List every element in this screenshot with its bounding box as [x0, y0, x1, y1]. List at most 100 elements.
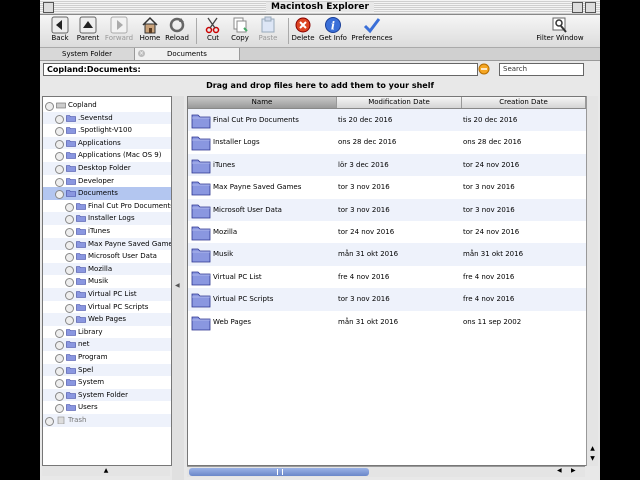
disclosure-toggle-icon[interactable]: [65, 215, 74, 225]
tree-item[interactable]: Applications: [43, 136, 171, 150]
column-name[interactable]: Name: [188, 97, 337, 108]
disclosure-toggle-icon[interactable]: [45, 417, 54, 426]
tree-item[interactable]: iTunes: [43, 225, 171, 238]
disclosure-toggle-icon[interactable]: [65, 202, 74, 212]
file-row[interactable]: Web Pages mån 31 okt 2016 ons 11 sep 2002: [188, 311, 586, 333]
zoom-box[interactable]: [572, 2, 583, 13]
disclosure-toggle-icon[interactable]: [55, 391, 64, 401]
tree-item[interactable]: System Folder: [43, 388, 171, 402]
tree-item[interactable]: Virtual PC Scripts: [43, 301, 171, 314]
tree-item[interactable]: net: [43, 338, 171, 351]
disclosure-toggle-icon[interactable]: [65, 228, 74, 237]
disclosure-toggle-icon[interactable]: [55, 341, 64, 351]
disclosure-toggle-icon[interactable]: [55, 366, 64, 376]
disk-icon: [56, 102, 66, 109]
shelf-drop-area[interactable]: Drag and drop files here to add them to …: [40, 79, 600, 93]
title-bar[interactable]: Macintosh Explorer: [40, 0, 600, 15]
disclosure-toggle-icon[interactable]: [55, 328, 64, 338]
forward-arrow-icon: [110, 16, 128, 34]
disclosure-toggle-icon[interactable]: [65, 253, 74, 263]
disclosure-toggle-icon[interactable]: [55, 404, 64, 414]
file-name: Mozilla: [213, 228, 238, 236]
tree-item[interactable]: Mozilla: [43, 262, 171, 276]
scroll-right-arrow-icon[interactable]: ▶: [571, 467, 576, 474]
disclosure-toggle-icon[interactable]: [65, 291, 74, 300]
scroll-down-arrow-icon[interactable]: ▼: [587, 454, 598, 464]
file-row[interactable]: Musik mån 31 okt 2016 mån 31 okt 2016: [188, 243, 586, 266]
disclosure-toggle-icon[interactable]: [65, 303, 74, 313]
vertical-scrollbar[interactable]: ▲ ▼: [586, 96, 598, 466]
path-field[interactable]: Copland:Documents:: [43, 63, 478, 76]
scroll-thumb[interactable]: [189, 468, 369, 476]
disclosure-toggle-icon[interactable]: [65, 278, 74, 288]
copy-icon: [233, 17, 248, 33]
paste-button[interactable]: Paste: [250, 16, 286, 46]
tree-item-label: Microsoft User Data: [88, 252, 157, 261]
tree-item[interactable]: System: [43, 376, 171, 389]
disclosure-toggle-icon[interactable]: [55, 354, 64, 363]
tree-scroll-arrow[interactable]: ▲: [42, 466, 170, 476]
reload-button[interactable]: Reload: [159, 16, 195, 46]
disclosure-toggle-icon[interactable]: [65, 240, 74, 250]
disclosure-toggle-icon[interactable]: [55, 165, 64, 174]
column-modified[interactable]: Modification Date: [337, 97, 462, 108]
file-row[interactable]: Virtual PC Scripts tor 3 nov 2016 fre 4 no…: [188, 288, 586, 311]
scroll-up-arrow-icon[interactable]: ▲: [587, 444, 598, 454]
disclosure-toggle-icon[interactable]: [65, 316, 74, 326]
tree-item[interactable]: Virtual PC List: [43, 288, 171, 301]
tree-item[interactable]: Max Payne Saved Games: [43, 237, 171, 251]
go-orange-icon[interactable]: [478, 63, 490, 75]
preferences-button[interactable]: Preferences: [350, 16, 394, 46]
disclosure-toggle-icon[interactable]: [55, 190, 64, 200]
file-row[interactable]: Virtual PC List fre 4 nov 2016 fre 4 nov 2…: [188, 266, 586, 288]
tree-item[interactable]: Developer: [43, 175, 171, 188]
file-row[interactable]: Max Payne Saved Games tor 3 nov 2016 tor 3…: [188, 176, 586, 198]
tree-item[interactable]: Final Cut Pro Documents: [43, 200, 171, 213]
tab-close-icon[interactable]: ×: [138, 50, 145, 57]
tree-item[interactable]: Spel: [43, 363, 171, 377]
tree-item[interactable]: Trash: [43, 414, 171, 427]
tab-documents[interactable]: × Documents: [135, 48, 240, 60]
tree-item[interactable]: Installer Logs: [43, 212, 171, 225]
disclosure-toggle-icon[interactable]: [55, 139, 64, 149]
tree-item[interactable]: Documents: [43, 187, 171, 200]
filter-window-button[interactable]: Filter Window: [534, 16, 586, 46]
disclosure-toggle-icon[interactable]: [45, 102, 54, 111]
tree-item[interactable]: Copland: [43, 99, 171, 112]
search-field[interactable]: Search: [499, 63, 584, 76]
file-row[interactable]: Mozilla tor 24 nov 2016 tor 24 nov 2016: [188, 221, 586, 243]
tree-item[interactable]: Program: [43, 351, 171, 364]
collapse-box[interactable]: [585, 2, 596, 13]
disclosure-toggle-icon[interactable]: [65, 265, 74, 275]
pane-splitter[interactable]: ◀: [172, 96, 184, 480]
folder-icon: [76, 316, 86, 323]
tree-item[interactable]: Users: [43, 401, 171, 414]
file-list: Name Modification Date Creation Date Fin…: [187, 96, 587, 466]
delete-icon: [295, 17, 311, 33]
file-row[interactable]: Microsoft User Data tor 3 nov 2016 tor 3 n…: [188, 198, 586, 221]
get-info-button[interactable]: i Get Info: [315, 16, 351, 46]
folder-icon: [76, 265, 86, 273]
disclosure-toggle-icon[interactable]: [55, 152, 64, 162]
tree-item-label: Applications: [78, 138, 121, 147]
tab-system-folder[interactable]: System Folder: [40, 48, 135, 60]
tree-item[interactable]: Library: [43, 326, 171, 339]
column-created[interactable]: Creation Date: [462, 97, 586, 108]
disclosure-toggle-icon[interactable]: [55, 379, 64, 389]
file-created-date: tor 3 nov 2016: [463, 183, 515, 192]
tree-item[interactable]: Applications (Mac OS 9): [43, 149, 171, 162]
disclosure-toggle-icon[interactable]: [55, 177, 64, 187]
tree-item[interactable]: Musik: [43, 275, 171, 288]
scroll-left-arrow-icon[interactable]: ◀: [557, 467, 562, 474]
tree-item[interactable]: .Spotlight-V100: [43, 124, 171, 137]
tree-item[interactable]: Web Pages: [43, 313, 171, 326]
tree-item[interactable]: Desktop Folder: [43, 162, 171, 175]
horizontal-scrollbar[interactable]: ◀ ▶: [187, 466, 585, 477]
disclosure-toggle-icon[interactable]: [55, 114, 64, 124]
file-row[interactable]: iTunes lör 3 dec 2016 tor 24 nov 2016: [188, 153, 586, 177]
file-row[interactable]: Installer Logs ons 28 dec 2016 ons 28 dec …: [188, 131, 586, 153]
disclosure-toggle-icon[interactable]: [55, 127, 64, 137]
tree-item[interactable]: .Seventsd: [43, 111, 171, 125]
file-row[interactable]: Final Cut Pro Documents tis 20 dec 2016 ti…: [188, 109, 586, 132]
tree-item[interactable]: Microsoft User Data: [43, 250, 171, 263]
